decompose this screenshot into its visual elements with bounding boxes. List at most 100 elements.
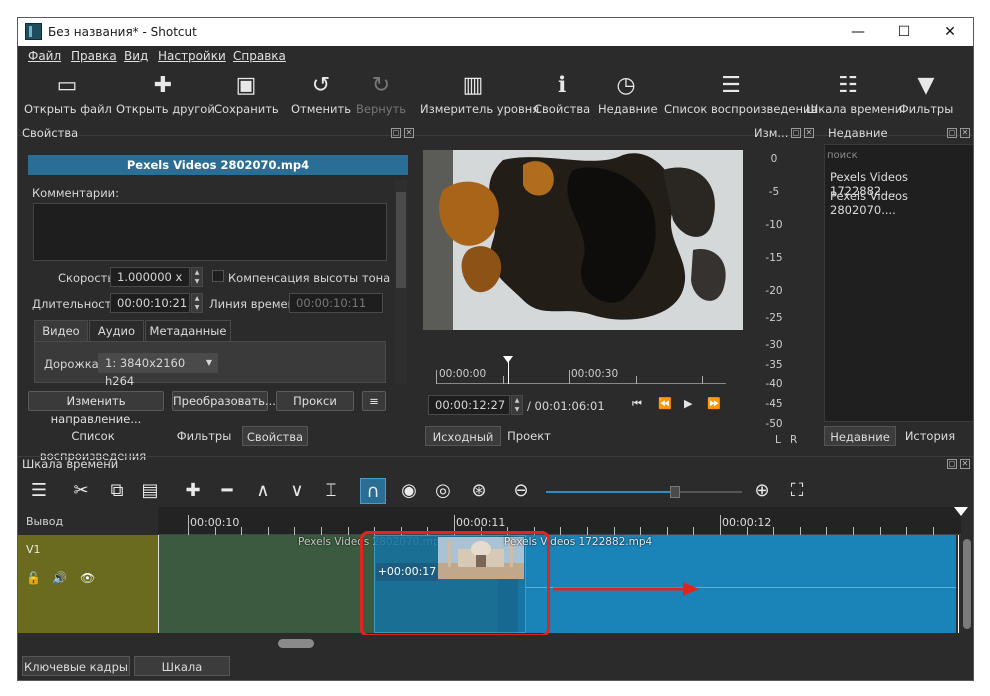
playhead-line	[958, 535, 959, 633]
current-time-field[interactable]: 00:00:12:27	[428, 395, 510, 415]
undo-button[interactable]: ↺ Отменить	[290, 70, 352, 130]
playlist-button[interactable]: ☰ Список воспроизведения	[664, 70, 817, 130]
minimize-button[interactable]: —	[835, 18, 881, 46]
menu-view[interactable]: Вид	[124, 49, 148, 63]
timeline-icon: ☷	[838, 73, 858, 98]
close-panel-icon[interactable]: ✕	[960, 128, 970, 138]
reverse-button[interactable]: Изменить направление...	[28, 391, 164, 426]
copy-icon[interactable]: ⧉	[104, 478, 130, 504]
tab-source[interactable]: Исходный	[425, 426, 501, 446]
open-file-button[interactable]: ▭ Открыть файл	[24, 70, 112, 130]
video-frame-image	[423, 150, 743, 330]
recent-button[interactable]: ◷ Недавние	[598, 70, 658, 130]
snap-magnet-icon[interactable]: ∩	[360, 478, 386, 504]
zoom-fit-icon[interactable]: ⛶	[784, 478, 810, 504]
lift-icon[interactable]: ∧	[250, 478, 276, 504]
zoom-slider-handle[interactable]	[670, 486, 680, 498]
tab-properties[interactable]: Свойства	[242, 426, 308, 446]
scrub-eye-icon[interactable]: ◉	[396, 478, 422, 504]
duration-stepper[interactable]: ▲ ▼	[191, 293, 203, 313]
vscroll-thumb[interactable]	[963, 539, 971, 629]
meter-scale-label: 0	[770, 153, 778, 165]
tab-recent[interactable]: Недавние	[824, 426, 896, 446]
lock-icon[interactable]: 🔓	[26, 571, 41, 585]
tab-keyframes[interactable]: Ключевые кадры	[22, 656, 130, 676]
close-button[interactable]: ✕	[927, 18, 973, 46]
filters-button[interactable]: ▼ Фильтры	[898, 70, 954, 130]
pitch-checkbox[interactable]	[212, 270, 224, 282]
menu-icon[interactable]: ☰	[26, 478, 52, 504]
float-panel-icon[interactable]: ◻	[391, 128, 401, 138]
menu-edit[interactable]: Правка	[71, 49, 117, 63]
scrollbar-thumb[interactable]	[396, 192, 406, 288]
meter-scale-label: -50	[765, 418, 783, 430]
tab-project[interactable]: Проект	[503, 426, 555, 446]
float-panel-icon[interactable]: ◻	[791, 128, 801, 138]
folder-open-icon: ▭	[56, 73, 78, 98]
timeline-vscroll[interactable]	[961, 535, 973, 633]
rewind-icon[interactable]: ⏪	[658, 397, 672, 410]
hscroll-thumb[interactable]	[278, 639, 314, 648]
skip-start-icon[interactable]: ⏮	[632, 397, 642, 411]
open-other-button[interactable]: ✚ Открыть другой	[116, 70, 215, 130]
paste-icon[interactable]: ▤	[137, 478, 163, 504]
eye-icon[interactable]: 👁	[80, 571, 95, 585]
proxy-button[interactable]: Прокси	[276, 391, 354, 411]
speed-stepper[interactable]: ▲ ▼	[191, 267, 203, 287]
close-panel-icon[interactable]: ✕	[404, 128, 414, 138]
video-preview[interactable]	[423, 150, 743, 330]
tab-playlist[interactable]: Список воспроизведения	[22, 426, 164, 463]
timeline-ruler[interactable]: 00:00:10 00:00:11 00:00:12	[158, 507, 968, 535]
save-button[interactable]: ▣ Сохранить	[214, 70, 279, 130]
close-panel-icon[interactable]: ✕	[804, 128, 814, 138]
ripple-all-icon[interactable]: ⊛	[466, 478, 492, 504]
more-menu-button[interactable]: ≡	[362, 391, 386, 411]
maximize-button[interactable]: ☐	[881, 18, 927, 46]
close-panel-icon[interactable]: ✕	[960, 459, 970, 469]
tab-history[interactable]: История	[898, 426, 962, 446]
split-icon[interactable]: ⌶	[318, 478, 344, 504]
meter-scale-label: -10	[765, 219, 783, 231]
zoom-in-icon[interactable]: ⊕	[749, 478, 775, 504]
tab-video[interactable]: Видео	[34, 320, 88, 342]
zoom-slider[interactable]	[546, 486, 742, 498]
track-label: Дорожка	[44, 357, 99, 371]
properties-scrollbar[interactable]	[395, 180, 407, 384]
zoom-out-icon[interactable]: ⊖	[508, 478, 534, 504]
convert-button[interactable]: Преобразовать...	[172, 391, 276, 411]
properties-button[interactable]: ℹ Свойства	[534, 70, 590, 130]
recent-item[interactable]: Pexels Videos 2802070....	[830, 189, 973, 217]
overwrite-icon[interactable]: ∨	[284, 478, 310, 504]
recent-search-input[interactable]: поиск	[827, 150, 858, 161]
playhead-marker-icon[interactable]	[954, 507, 968, 516]
timeline-hscroll[interactable]	[158, 635, 961, 651]
ruler-tick	[702, 376, 703, 384]
ripple-icon[interactable]: ◎	[430, 478, 456, 504]
menu-help[interactable]: Справка	[233, 49, 286, 63]
track-select-value: 1: 3840x2160 h264	[105, 356, 186, 388]
comments-field[interactable]	[33, 203, 387, 261]
tab-timeline[interactable]: Шкала времени	[134, 656, 230, 676]
cut-icon[interactable]: ✂	[68, 478, 94, 504]
level-meter-button[interactable]: ▥ Измеритель уровня	[420, 70, 539, 130]
time-stepper[interactable]: ▲ ▼	[511, 395, 523, 415]
speed-field[interactable]: 1.000000 x	[110, 267, 190, 287]
menu-settings[interactable]: Настройки	[158, 49, 226, 63]
tab-metadata[interactable]: Метаданные	[145, 320, 231, 342]
float-panel-icon[interactable]: ◻	[947, 128, 957, 138]
remove-icon[interactable]: ━	[214, 478, 240, 504]
timeline-button[interactable]: ☷ Шкала времени	[806, 70, 902, 130]
track-select[interactable]: 1: 3840x2160 h264 ▼	[98, 353, 218, 388]
ruler-tick	[636, 376, 637, 384]
tab-filters[interactable]: Фильтры	[168, 426, 240, 446]
fast-forward-icon[interactable]: ⏩	[707, 397, 721, 410]
redo-button[interactable]: ↻ Вернуть	[356, 70, 406, 130]
speaker-icon[interactable]: 🔊	[52, 571, 67, 585]
play-icon[interactable]: ▶	[684, 397, 692, 410]
duration-field[interactable]: 00:00:10:21	[110, 293, 190, 313]
menu-file[interactable]: Файл	[28, 49, 61, 63]
tab-audio[interactable]: Аудио	[89, 320, 144, 342]
float-panel-icon[interactable]: ◻	[947, 459, 957, 469]
player-ruler[interactable]: 00:00:00 00:00:30	[436, 356, 726, 384]
append-icon[interactable]: ✚	[180, 478, 206, 504]
